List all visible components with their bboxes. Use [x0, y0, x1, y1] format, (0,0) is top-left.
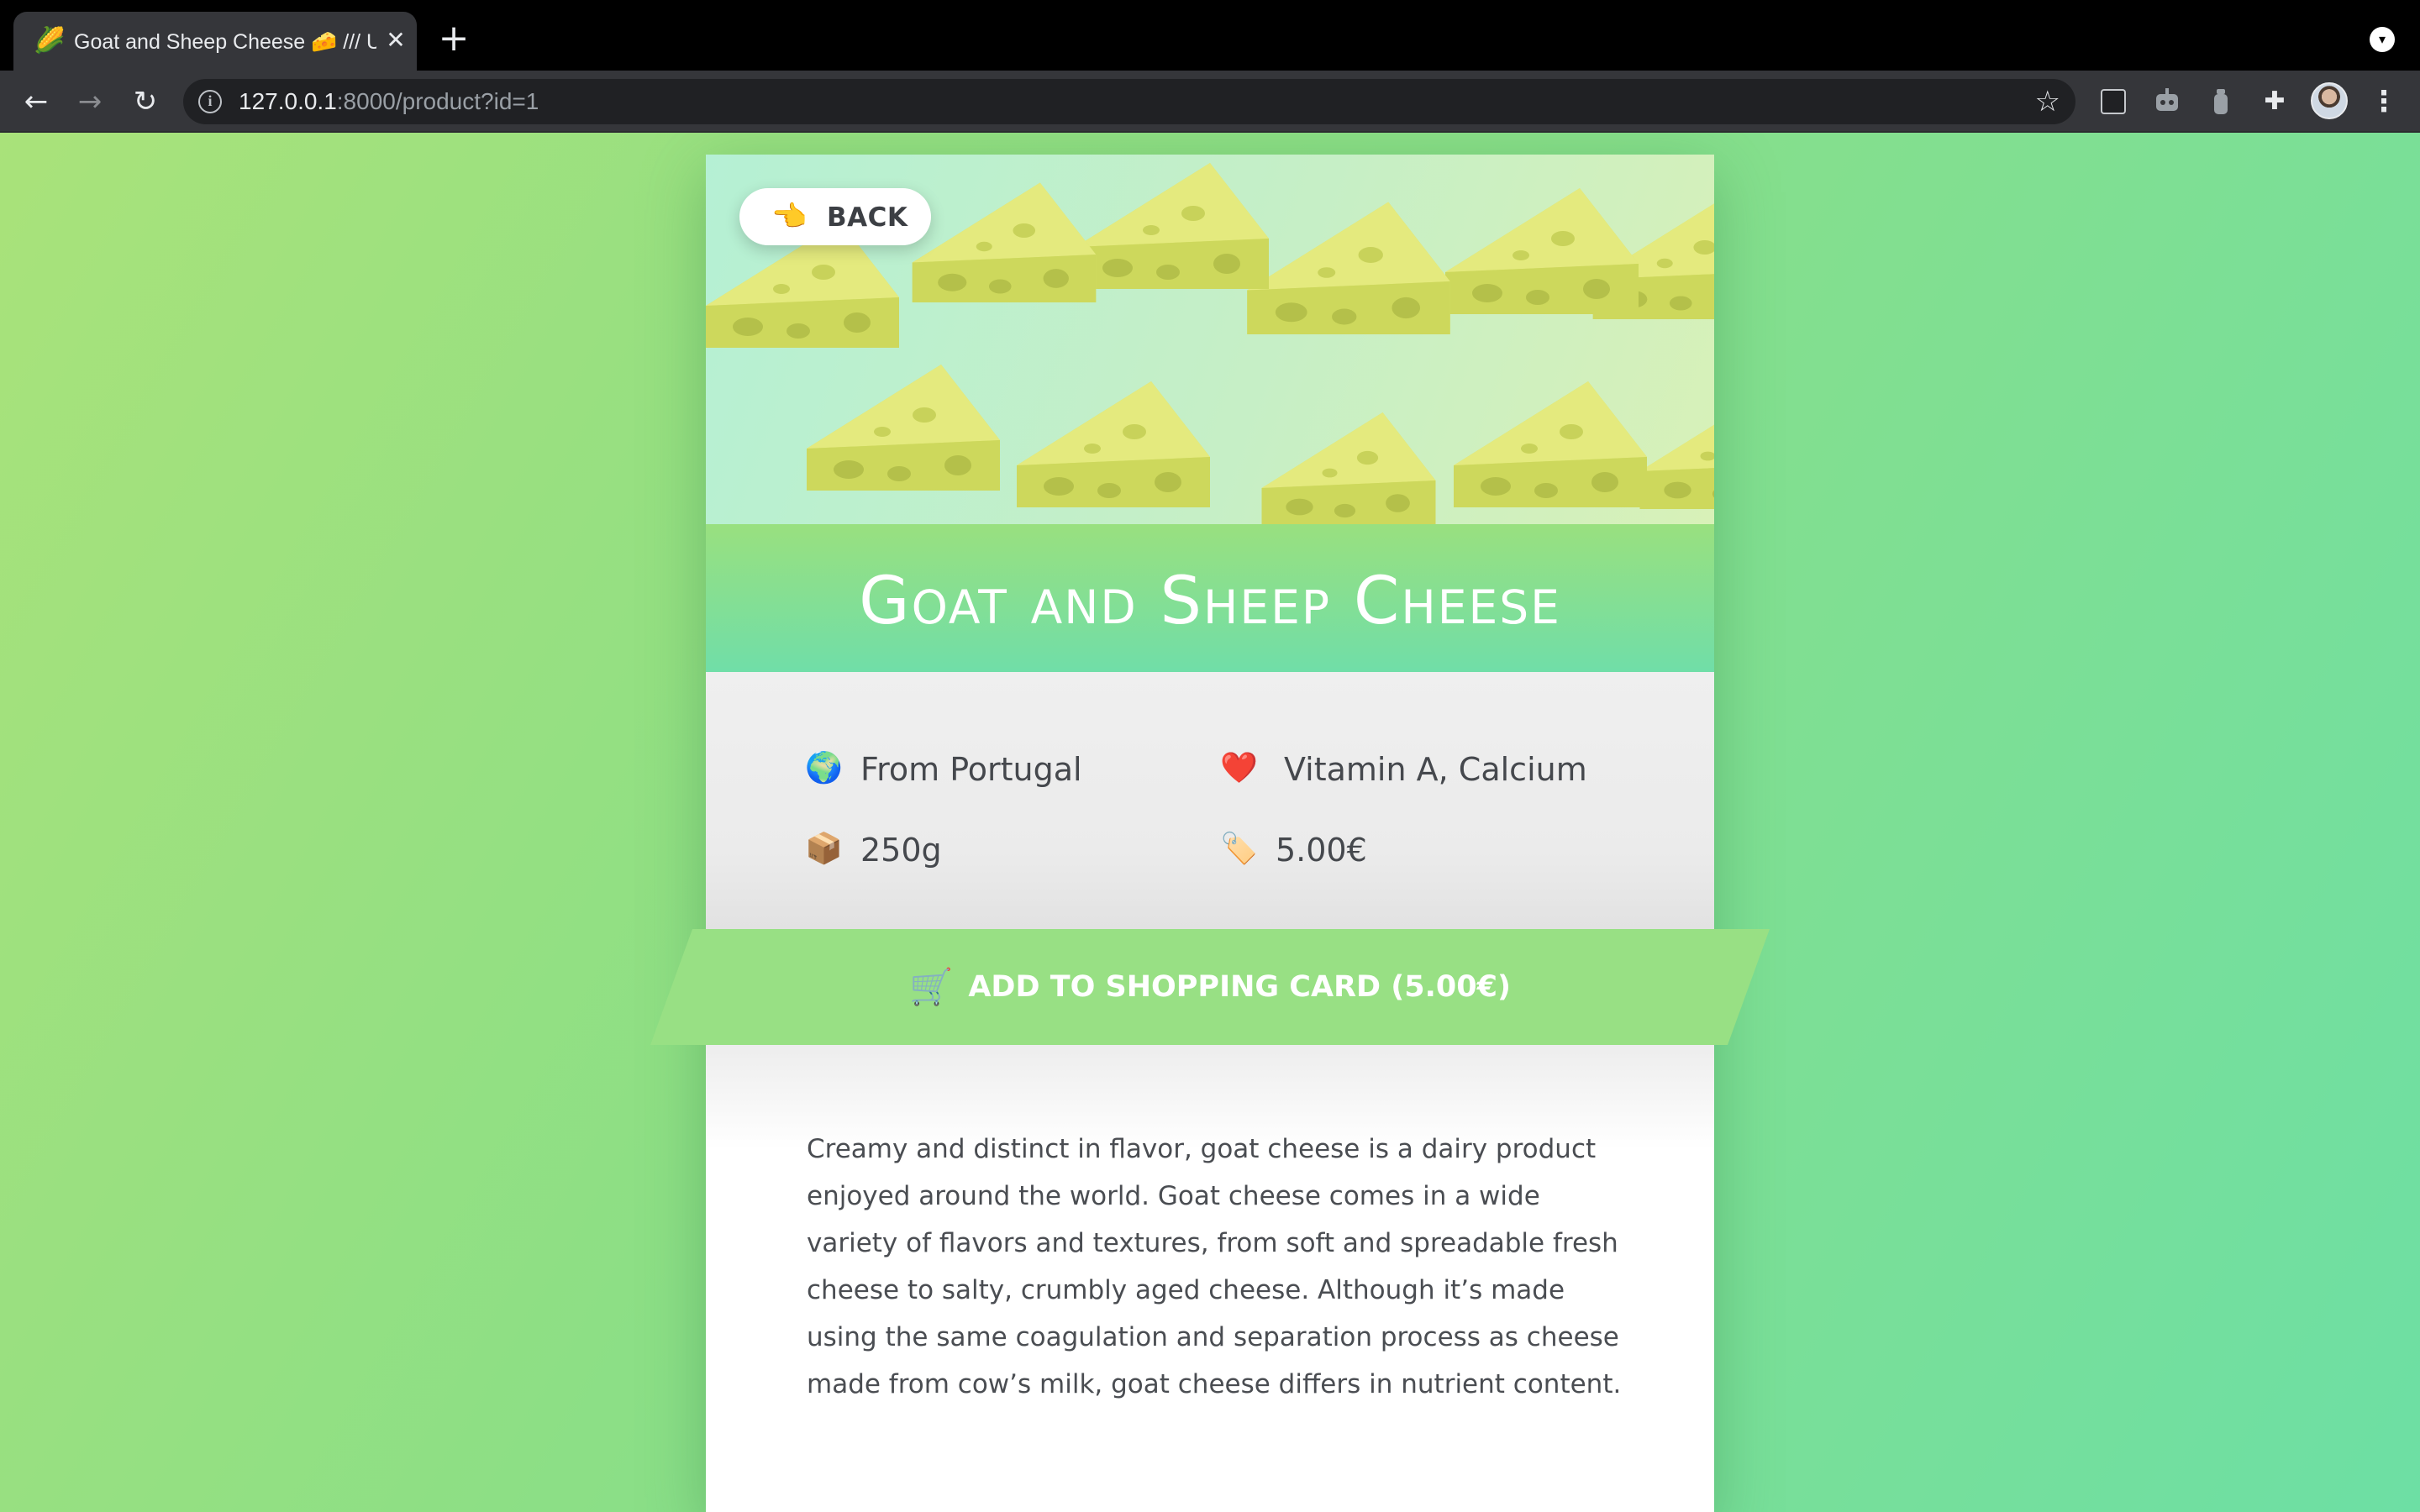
tab-favicon-icon: 🌽 [34, 26, 66, 55]
tab-search-button[interactable]: ▾ [2370, 27, 2395, 52]
product-description: Creamy and distinct in flavor, goat chee… [807, 1134, 1622, 1399]
cart-button-label: ADD TO SHOPPING CARD (5.00€) [968, 970, 1511, 1004]
reload-icon[interactable]: ↻ [126, 82, 165, 121]
url-path: :8000/product?id=1 [336, 88, 539, 114]
cheese-wedge-image [904, 167, 1104, 311]
forward-arrow-icon[interactable]: → [71, 82, 109, 121]
address-bar[interactable]: i 127.0.0.1:8000/product?id=1 ☆ [183, 79, 2075, 124]
price-tag-icon: 🏷️ [1220, 832, 1258, 866]
product-card: 👈 BACK Goat and Sheep Cheese 🌍 From Port… [650, 155, 1770, 1512]
heart-icon: ❤️ [1220, 751, 1258, 785]
site-info-icon[interactable]: i [198, 90, 222, 113]
globe-icon: 🌍 [805, 751, 843, 785]
browser-tab[interactable]: 🌽 Goat and Sheep Cheese 🧀 /// Ur ✕ [13, 12, 417, 71]
browser-toolbar: ← → ↻ i 127.0.0.1:8000/product?id=1 ☆ ✚ … [0, 71, 2420, 133]
origin-text: From Portugal [860, 751, 1082, 788]
back-button[interactable]: 👈 BACK [739, 188, 931, 245]
new-tab-button[interactable]: + [437, 20, 471, 57]
pointing-hand-icon: 👈 [771, 200, 808, 234]
tab-title: Goat and Sheep Cheese 🧀 /// Ur [74, 30, 376, 54]
product-details: 🌍 From Portugal ❤️ Vitamin A, Calcium 📦 … [706, 672, 1714, 929]
robot-extension-icon[interactable] [2149, 84, 2185, 119]
nutrients-text: Vitamin A, Calcium [1284, 751, 1587, 788]
back-arrow-icon[interactable]: ← [17, 82, 55, 121]
back-button-label: BACK [827, 202, 908, 233]
cheese-wedge-image [1008, 365, 1218, 516]
page-viewport: 👈 BACK Goat and Sheep Cheese 🌍 From Port… [0, 133, 2420, 1512]
terminal-extension-icon[interactable] [2096, 84, 2131, 119]
package-icon: 📦 [805, 832, 843, 866]
puzzle-extensions-icon[interactable]: ✚ [2257, 84, 2292, 119]
product-title: Goat and Sheep Cheese [859, 564, 1561, 639]
description-section: Creamy and distinct in flavor, goat chee… [706, 1045, 1714, 1512]
weight-text: 250g [860, 832, 942, 869]
browser-tab-bar: 🌽 Goat and Sheep Cheese 🧀 /// Ur ✕ + ▾ [0, 0, 2420, 71]
cheese-wedge-image [1445, 365, 1655, 516]
price-text: 5.00€ [1276, 832, 1367, 869]
bottle-extension-icon[interactable] [2203, 84, 2238, 119]
cart-button-content: 🛒 ADD TO SHOPPING CARD (5.00€) [650, 929, 1770, 1045]
cheese-wedge-image [798, 348, 1008, 499]
add-to-cart-button[interactable]: 🛒 ADD TO SHOPPING CARD (5.00€) [650, 929, 1770, 1045]
product-hero-image: 👈 BACK [706, 155, 1714, 524]
cheese-wedge-image [1437, 171, 1647, 323]
product-title-band: Goat and Sheep Cheese [706, 524, 1714, 672]
url-text[interactable]: 127.0.0.1:8000/product?id=1 [239, 87, 539, 116]
shopping-cart-icon: 🛒 [909, 966, 954, 1007]
url-host: 127.0.0.1 [239, 88, 337, 114]
bookmark-star-icon[interactable]: ☆ [2035, 86, 2060, 118]
browser-menu-icon[interactable]: ⋮ [2370, 84, 2398, 119]
profile-avatar[interactable] [2311, 82, 2348, 119]
cheese-wedge-image [1255, 397, 1444, 524]
tab-close-icon[interactable]: ✕ [381, 26, 410, 55]
